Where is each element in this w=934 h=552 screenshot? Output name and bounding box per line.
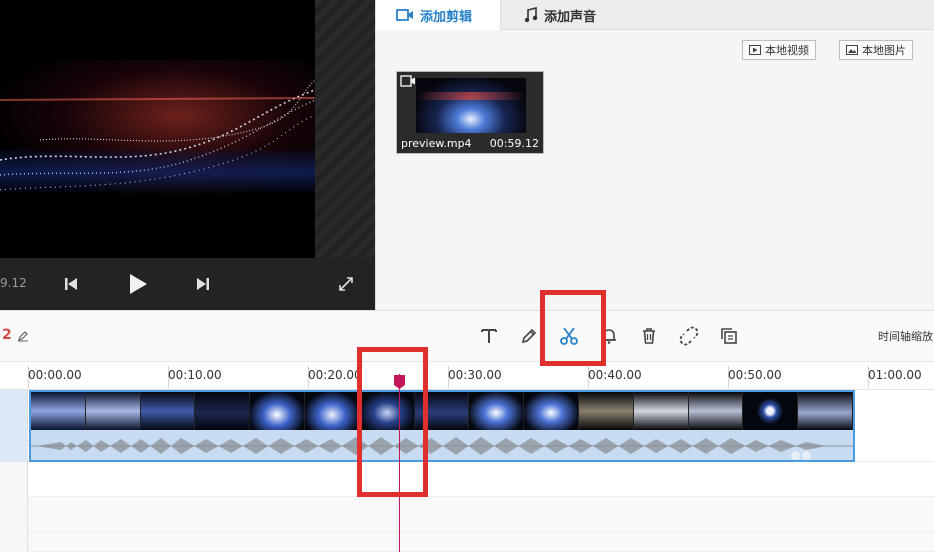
track-row — [28, 532, 934, 552]
edit-pencil-icon[interactable] — [17, 330, 29, 342]
image-icon — [846, 45, 858, 55]
track-header-2[interactable] — [0, 462, 28, 497]
media-clip-card[interactable]: preview.mp4 00:59.12 — [396, 71, 544, 154]
copy-icon — [721, 328, 737, 344]
track-header-4[interactable] — [0, 532, 28, 552]
edit-button[interactable] — [518, 325, 540, 347]
track-row — [28, 497, 934, 532]
local-video-button[interactable]: 本地视频 — [742, 40, 816, 60]
play-icon — [130, 274, 147, 294]
tab-label: 添加声音 — [544, 9, 597, 25]
next-frame-button[interactable] — [189, 270, 217, 298]
skip-forward-icon — [197, 278, 209, 290]
clip-frames — [31, 392, 853, 430]
timeline: 00:00.00 00:10.00 00:20.00 00:30.00 00:4… — [0, 362, 934, 552]
ruler-label: 00:40.00 — [588, 368, 642, 382]
play-button[interactable] — [124, 270, 152, 298]
library-tabs: 添加剪辑 添加声音 — [376, 0, 934, 30]
timeline-zoom-label: 时间轴缩放 — [878, 330, 933, 343]
clip-trim-handles[interactable] — [791, 451, 811, 460]
clip-thumbnail — [416, 78, 526, 133]
local-video-label: 本地视频 — [765, 44, 809, 57]
ruler-label: 00:20.00 — [308, 368, 362, 382]
ruler-label: 00:10.00 — [168, 368, 222, 382]
frame-thumb — [688, 392, 744, 430]
frame-thumb — [743, 392, 799, 430]
frame-thumb — [469, 392, 525, 430]
skip-back-icon — [65, 278, 77, 290]
text-icon — [481, 329, 497, 343]
playback-controls: 9.12 — [0, 258, 375, 310]
ruler-label: 00:00.00 — [28, 368, 82, 382]
unlink-icon — [679, 326, 699, 346]
track-row — [28, 462, 934, 497]
trash-icon — [643, 328, 655, 344]
previous-frame-button[interactable] — [57, 270, 85, 298]
highlight-scissors — [540, 290, 606, 366]
tab-add-clip[interactable]: 添加剪辑 — [376, 0, 501, 30]
timeline-clip[interactable] — [29, 390, 855, 462]
frame-thumb — [195, 392, 251, 430]
frame-thumb — [85, 392, 141, 430]
clip-name: preview.mp4 — [401, 137, 472, 150]
frame-thumb — [140, 392, 196, 430]
frame-thumb — [304, 392, 360, 430]
timeline-ruler[interactable]: 00:00.00 00:10.00 00:20.00 00:30.00 00:4… — [0, 362, 934, 390]
frame-thumb — [250, 392, 305, 430]
track-count: 2 — [2, 327, 12, 343]
clip-duration: 00:59.12 — [489, 137, 539, 150]
video-badge-icon — [400, 75, 415, 87]
current-time: 9.12 — [0, 276, 27, 290]
music-note-icon — [524, 7, 538, 23]
media-library: 添加剪辑 添加声音 本地视频 本地图片 preview.mp4 00:59.12 — [375, 0, 934, 310]
ruler-label: 00:30.00 — [448, 368, 502, 382]
expand-icon — [339, 277, 353, 291]
frame-thumb — [798, 392, 853, 430]
frame-thumb — [31, 392, 86, 430]
particle-streaks — [0, 79, 315, 191]
ruler-label: 01:00.00 — [868, 368, 922, 382]
frame-thumb — [578, 392, 634, 430]
track-header-3[interactable] — [0, 497, 28, 532]
frame-thumb — [633, 392, 689, 430]
video-camera-icon — [396, 9, 413, 21]
local-image-button[interactable]: 本地图片 — [839, 40, 913, 60]
fullscreen-button[interactable] — [332, 270, 360, 298]
highlight-playhead — [357, 347, 428, 497]
audio-waveform — [31, 430, 853, 460]
detach-audio-button[interactable] — [678, 325, 700, 347]
video-editor: 9.12 添加剪辑 添加声音 本地视频 本地图片 preview.mp4 00:… — [0, 0, 934, 552]
ruler-label: 00:50.00 — [728, 368, 782, 382]
preview-video — [0, 0, 315, 258]
copy-button[interactable] — [718, 325, 740, 347]
pencil-icon — [521, 328, 537, 344]
add-text-button[interactable] — [478, 325, 500, 347]
tab-add-sound[interactable]: 添加声音 — [524, 0, 634, 30]
tab-label: 添加剪辑 — [420, 9, 473, 25]
play-small-icon — [749, 45, 761, 55]
local-image-label: 本地图片 — [862, 44, 906, 57]
preview-panel: 9.12 — [0, 0, 375, 310]
delete-button[interactable] — [638, 325, 660, 347]
frame-thumb — [524, 392, 579, 430]
preview-letterbox — [315, 0, 375, 258]
edit-toolbar: 2 时间轴缩放 — [0, 310, 934, 362]
track-header-video[interactable] — [0, 390, 28, 462]
